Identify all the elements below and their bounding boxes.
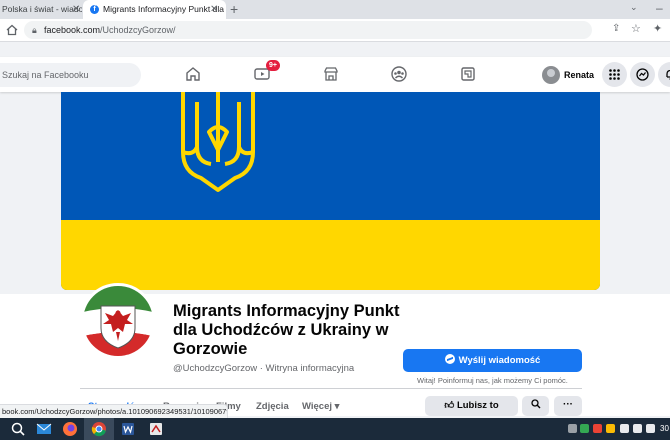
- facebook-top-bar: Szukaj na Facebooku 9+ Renata: [0, 57, 670, 92]
- tab-photos[interactable]: Zdjęcia: [256, 401, 289, 412]
- thumbs-up-icon: 👍︎: [444, 400, 455, 411]
- tab-title: Migrants Informacyjny Punkt dla: [103, 4, 224, 14]
- speaker-icon[interactable]: [633, 424, 642, 433]
- browser-tab-news[interactable]: Polska i świat - wiado: [0, 0, 82, 19]
- close-icon[interactable]: ✕: [210, 0, 218, 19]
- close-icon[interactable]: ✕: [72, 0, 80, 19]
- facebook-search-input[interactable]: Szukaj na Facebooku: [0, 63, 141, 87]
- message-greeting-note: Witaj! Poinformuj nas, jak możemy Ci pom…: [417, 376, 568, 385]
- messenger-icon: [444, 354, 455, 364]
- app-icon[interactable]: [148, 421, 164, 437]
- notifications-button[interactable]: [658, 62, 670, 87]
- more-options-button[interactable]: ···: [554, 396, 582, 416]
- search-icon[interactable]: [10, 421, 26, 437]
- notification-badge: 9+: [266, 60, 280, 71]
- windows-taskbar: 30: [0, 418, 670, 440]
- extensions-puzzle-icon[interactable]: ✦: [653, 22, 662, 35]
- chrome-icon[interactable]: [91, 421, 107, 437]
- messenger-icon: [636, 68, 649, 81]
- browser-tab-strip: Polska i świat - wiado ✕ f Migrants Info…: [0, 0, 670, 19]
- browser-tab-facebook[interactable]: f Migrants Informacyjny Punkt dla: [83, 0, 226, 19]
- chevron-down-icon[interactable]: ⌄: [630, 2, 638, 13]
- groups-icon[interactable]: [390, 65, 408, 83]
- new-tab-plus-icon[interactable]: +: [230, 0, 238, 18]
- url-text: facebook.com/UchodzcyGorzow/: [44, 25, 176, 35]
- send-message-button[interactable]: Wyślij wiadomość: [403, 349, 582, 372]
- gaming-icon[interactable]: [459, 65, 477, 83]
- search-icon: [530, 399, 540, 409]
- bell-icon: [666, 69, 670, 80]
- gorzow-coat-of-arms-icon: [83, 286, 153, 356]
- minimize-window-icon[interactable]: –: [656, 0, 663, 17]
- send-message-label: Wyślij wiadomość: [458, 355, 541, 366]
- firefox-icon[interactable]: [62, 421, 78, 437]
- home-icon[interactable]: [5, 23, 19, 37]
- page-handle: @UchodzcyGorzow · Witryna informacyjna: [173, 363, 355, 374]
- bookmark-star-icon[interactable]: ☆: [631, 22, 641, 35]
- mail-icon[interactable]: [36, 421, 52, 437]
- tray-icon[interactable]: [568, 424, 577, 433]
- search-placeholder: Szukaj na Facebooku: [2, 70, 89, 80]
- grid-menu-icon: [609, 69, 620, 80]
- word-icon[interactable]: [120, 421, 136, 437]
- home-nav-icon[interactable]: [184, 65, 202, 83]
- tray-icon[interactable]: [593, 424, 602, 433]
- tab-more[interactable]: Więcej ▾: [302, 401, 339, 412]
- tray-icon[interactable]: [580, 424, 589, 433]
- menu-button[interactable]: [602, 62, 627, 87]
- battery-icon[interactable]: [646, 424, 655, 433]
- caret-down-icon: ▾: [334, 401, 340, 412]
- lock-icon[interactable]: 🔒︎: [32, 25, 37, 36]
- page-title: Migrants Informacyjny Punkt dla Uchodźcó…: [173, 302, 400, 358]
- flag-yellow-stripe: [61, 220, 600, 290]
- taskbar-clock[interactable]: 30: [660, 418, 669, 440]
- link-status-bubble: book.com/UchodzcyGorzow/photos/a.1010906…: [0, 404, 228, 418]
- ellipsis-icon: ···: [563, 399, 573, 410]
- url-input[interactable]: 🔒︎ facebook.com/UchodzcyGorzow/: [24, 21, 592, 39]
- tab-title: Polska i świat - wiado: [2, 4, 82, 14]
- page-profile-picture[interactable]: [80, 283, 156, 359]
- cover-photo[interactable]: [61, 92, 600, 290]
- marketplace-store-icon[interactable]: [322, 65, 340, 83]
- like-page-button[interactable]: 👍︎ Lubisz to: [425, 396, 518, 416]
- address-bar-row: 🔒︎ facebook.com/UchodzcyGorzow/ ⇪ ☆ ✦: [0, 19, 670, 42]
- messenger-button[interactable]: [630, 62, 655, 87]
- tray-icon[interactable]: [606, 424, 615, 433]
- wifi-icon[interactable]: [620, 424, 629, 433]
- profile-name: Renata: [564, 70, 595, 80]
- like-label: Lubisz to: [456, 400, 499, 411]
- page-search-button[interactable]: [522, 396, 549, 416]
- ukrainian-trident-emblem-icon: [181, 92, 255, 192]
- divider: [80, 388, 582, 389]
- avatar: [542, 66, 560, 84]
- facebook-favicon-icon: f: [90, 5, 99, 14]
- share-icon[interactable]: ⇪: [612, 23, 620, 34]
